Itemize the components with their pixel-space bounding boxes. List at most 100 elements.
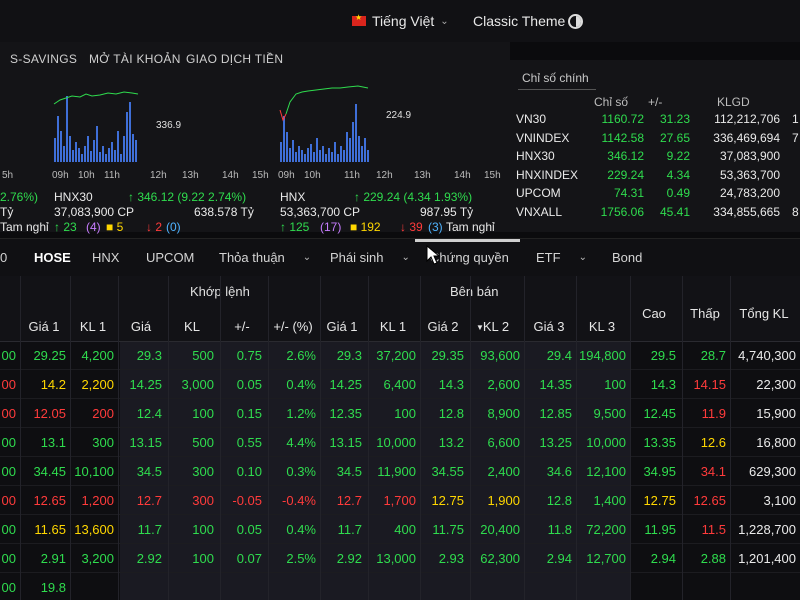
- table-cell: 11.65: [34, 522, 66, 537]
- main-nav: S-SAVINGS MỞ TÀI KHOẢN GIAO DỊCH TIỀN: [0, 42, 510, 72]
- table-cell: 2.91: [40, 551, 66, 566]
- tab-hose[interactable]: HOSE: [34, 250, 71, 265]
- language-selector[interactable]: Tiếng Việt ⌄: [352, 13, 449, 29]
- table-cell: 12.8: [438, 406, 464, 421]
- table-cell: 00: [1, 551, 16, 566]
- table-cell: 00: [1, 464, 16, 479]
- table-cell: 0.07: [236, 551, 262, 566]
- table-cell: 4.4%: [286, 435, 316, 450]
- column-header[interactable]: Giá: [120, 319, 162, 334]
- column-header[interactable]: Thấp: [684, 306, 726, 321]
- index-row[interactable]: VNXALL 1756.06 45.41 334,855,665 8: [510, 205, 800, 223]
- table-cell: 12.75: [643, 493, 676, 508]
- nav-item-money-transfer[interactable]: GIAO DỊCH TIỀN: [186, 52, 283, 66]
- index-change: 45.41: [659, 204, 690, 219]
- hnx30-summary[interactable]: HNX30 ↑ 346.12 (9.22 2.74%) 37,083,900 C…: [54, 190, 274, 234]
- table-cell: 00: [1, 522, 16, 537]
- table-row[interactable]: 00 2.91 3,200 2.92 100 0.07 2.5% 2.92 13,000 2.93…: [0, 545, 800, 573]
- table-cell: 3,000: [181, 377, 214, 392]
- table-cell: 10,000: [376, 435, 416, 450]
- table-row[interactable]: 00 14.2 2,200 14.25 3,000 0.05 0.4% 14.25 6,400 1…: [0, 371, 800, 399]
- index-row[interactable]: HNXINDEX 229.24 4.34 53,363,700: [510, 168, 800, 186]
- index-row[interactable]: VN30 1160.72 31.23 112,212,706 1: [510, 112, 800, 130]
- table-cell: 0.10: [236, 464, 262, 479]
- table-cell: 34.45: [33, 464, 66, 479]
- table-cell: 1,201,400: [738, 551, 796, 566]
- table-cell: 6,400: [383, 377, 416, 392]
- tab-hnx[interactable]: HNX: [92, 250, 119, 265]
- tab-derivatives[interactable]: Phái sinh ⌄: [330, 250, 410, 265]
- index-name: HNXINDEX: [516, 167, 579, 182]
- column-header[interactable]: +/- (%): [270, 319, 316, 334]
- table-cell: 29.5: [650, 348, 676, 363]
- hnx-chart-value: 224.9: [386, 110, 412, 121]
- nav-item-s-savings[interactable]: S-SAVINGS: [10, 52, 77, 66]
- index-row[interactable]: UPCOM 74.31 0.49 24,783,200: [510, 186, 800, 204]
- column-header[interactable]: KL 1: [72, 319, 114, 334]
- column-header[interactable]: KL 3: [578, 319, 626, 334]
- tab-upcom[interactable]: UPCOM: [146, 250, 194, 265]
- table-row[interactable]: 00 11.65 13,600 11.7 100 0.05 0.4% 11.7 400 11.75…: [0, 516, 800, 544]
- table-row[interactable]: 00 29.25 4,200 29.3 500 0.75 2.6% 29.3 37,200 29.…: [0, 342, 800, 370]
- price-board: Khớp lệnh Bên bán 2Giá 1KL 1GiáKL+/-+/- …: [0, 276, 800, 600]
- column-header[interactable]: +/-: [222, 319, 262, 334]
- table-cell: 00: [1, 580, 16, 595]
- table-cell: 12.35: [329, 406, 362, 421]
- table-cell: 12.4: [136, 406, 162, 421]
- column-header[interactable]: Giá 2: [422, 319, 464, 334]
- table-cell: 12.7: [136, 493, 162, 508]
- column-header[interactable]: Cao: [632, 306, 676, 321]
- table-cell: 500: [192, 348, 214, 363]
- table-cell: 34.55: [431, 464, 464, 479]
- tab-negotiated[interactable]: Thỏa thuận ⌄: [219, 250, 311, 265]
- index-volume: 37,083,900: [719, 149, 780, 163]
- column-header[interactable]: KL: [170, 319, 214, 334]
- tab-bond[interactable]: Bond: [612, 250, 642, 265]
- index-row[interactable]: HNX30 346.12 9.22 37,083,900: [510, 149, 800, 167]
- hnx-summary[interactable]: HNX ↑ 229.24 (4.34 1.93%) 53,363,700 CP …: [280, 190, 510, 234]
- market-overview: 5h 336.9 09h 10h 11h 12h 13h 14h 15h 224…: [0, 72, 510, 234]
- table-cell: 4,740,300: [738, 348, 796, 363]
- sort-desc-icon[interactable]: ▼: [476, 323, 484, 332]
- top-bar: Tiếng Việt ⌄ Classic Theme: [0, 0, 800, 42]
- table-cell: 629,300: [749, 464, 796, 479]
- table-cell: 12.65: [693, 493, 726, 508]
- table-cell: 2.93: [438, 551, 464, 566]
- index-panel-title[interactable]: Chỉ số chính: [518, 71, 596, 90]
- nav-item-open-account[interactable]: MỞ TÀI KHOẢN: [89, 52, 181, 66]
- column-header[interactable]: 2: [0, 319, 16, 334]
- table-row[interactable]: 00 12.65 1,200 12.7 300 -0.05 -0.4% 12.7 1,700 12…: [0, 487, 800, 515]
- theme-selector[interactable]: Classic Theme: [473, 13, 565, 29]
- table-row[interactable]: 00 19.8: [0, 574, 800, 600]
- index-change: 31.23: [659, 112, 690, 126]
- table-cell: 12.8: [546, 493, 572, 508]
- column-header[interactable]: Giá 3: [526, 319, 572, 334]
- table-cell: 0.55: [236, 435, 262, 450]
- contrast-toggle-icon[interactable]: [568, 14, 583, 29]
- header-index-value: Chỉ số: [594, 95, 629, 109]
- index-extra: 7: [792, 130, 799, 145]
- table-cell: 13.25: [539, 435, 572, 450]
- table-row[interactable]: 00 12.05 200 12.4 100 0.15 1.2% 12.35 100 12.8 8,9…: [0, 400, 800, 428]
- column-header[interactable]: Giá 1: [322, 319, 362, 334]
- table-cell: 2.6%: [286, 348, 316, 363]
- table-cell: 2,400: [487, 464, 520, 479]
- table-cell: 12.7: [336, 493, 362, 508]
- column-header[interactable]: KL 1: [370, 319, 416, 334]
- tab-partial[interactable]: 0: [0, 250, 7, 265]
- index-extra: 1: [792, 112, 799, 126]
- table-row[interactable]: 00 13.1 300 13.15 500 0.55 4.4% 13.15 10,000 13.2…: [0, 429, 800, 457]
- table-cell: 37,200: [376, 348, 416, 363]
- table-cell: 2.88: [700, 551, 726, 566]
- table-cell: 0.4%: [286, 522, 316, 537]
- column-header[interactable]: Giá 1: [22, 319, 66, 334]
- index-value: 1756.06: [600, 204, 644, 219]
- table-cell: 1,700: [383, 493, 416, 508]
- column-header[interactable]: Tổng KL: [732, 306, 796, 321]
- table-cell: 12.05: [33, 406, 66, 421]
- table-cell: 500: [192, 435, 214, 450]
- table-row[interactable]: 00 34.45 10,100 34.5 300 0.10 0.3% 34.5 11,900 34…: [0, 458, 800, 486]
- tab-etf[interactable]: ETF ⌄: [536, 250, 587, 265]
- table-cell: 1,400: [593, 493, 626, 508]
- index-row[interactable]: VNINDEX 1142.58 27.65 336,469,694 7: [510, 131, 800, 149]
